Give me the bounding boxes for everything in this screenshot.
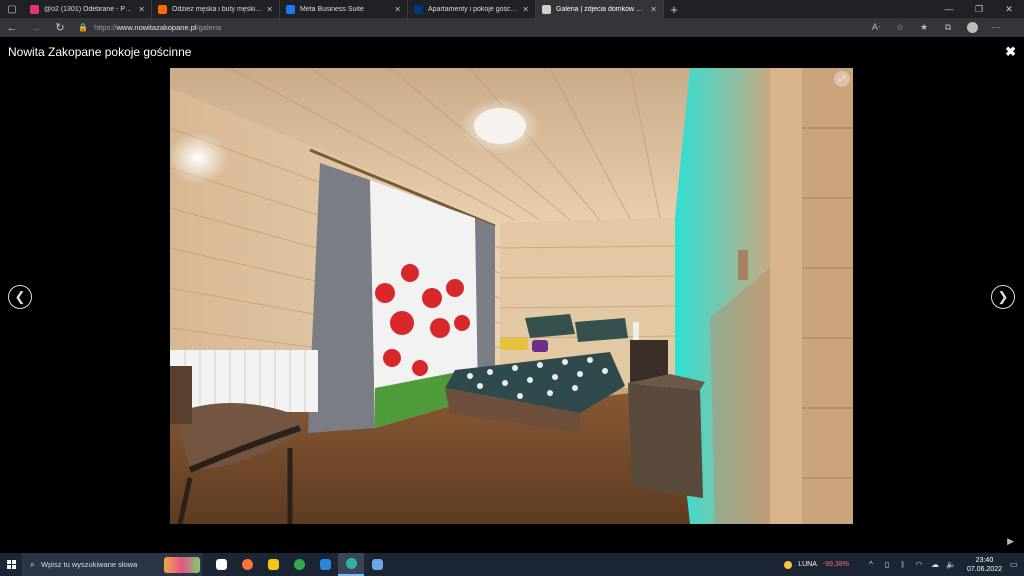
search-highlight-image[interactable] [164, 556, 200, 573]
chevron-up-icon[interactable]: ^ [863, 560, 879, 569]
more-menu-icon[interactable]: ⋯ [984, 22, 1008, 33]
file-explorer-app-icon[interactable] [260, 553, 286, 576]
tab-close-icon[interactable]: ✕ [650, 5, 657, 14]
taskbar-search[interactable]: ⌕ Wpisz tu wyszukiwane słowa [22, 553, 202, 576]
back-icon[interactable]: ← [0, 18, 24, 37]
minimize-icon[interactable]: — [934, 0, 964, 18]
stock-widget[interactable]: LUNA -99,38% [784, 560, 849, 569]
cloud-icon[interactable]: ☁ [927, 560, 943, 569]
new-tab-button[interactable]: + [664, 0, 684, 18]
gallery-photo: ⤢ [170, 68, 853, 524]
edge-app-icon[interactable] [338, 553, 364, 576]
browser-tab[interactable]: Meta Business Suite ✕ [280, 0, 408, 18]
next-arrow-icon[interactable]: ❯ [991, 285, 1015, 309]
lightbox-title: Nowita Zakopane pokoje gościnne [8, 45, 192, 59]
tab-label: Galeria | zdjecia domków góralskich [556, 5, 647, 13]
bluetooth-icon[interactable]: ᛒ [895, 560, 911, 569]
previous-arrow-icon[interactable]: ❮ [8, 285, 32, 309]
edge-icon [345, 558, 357, 569]
clock-time: 23:40 [975, 556, 994, 564]
restore-icon[interactable]: ❐ [964, 0, 994, 18]
notification-icon[interactable]: ▭ [1010, 560, 1020, 569]
tab-favicon-icon [158, 4, 167, 14]
browser-tab[interactable]: @o2 (1301) Odebrane - Poczta o2 ✕ [24, 0, 152, 18]
favorites-icon[interactable]: ★ [912, 22, 936, 33]
reload-icon[interactable]: ↻ [48, 18, 72, 37]
gallery-lightbox: Nowita Zakopane pokoje gościnne ✖ ❮ ❯ ▶ [0, 37, 1024, 553]
url-host: www.nowitazakopane.pl [116, 23, 197, 32]
tabs-container: @o2 (1301) Odebrane - Poczta o2✕Odzież m… [24, 0, 664, 18]
slideshow-play-icon[interactable]: ▶ [1007, 536, 1014, 547]
clock[interactable]: 23:40 07.06.2022 [967, 556, 1002, 574]
url-prefix: https:// [93, 23, 117, 32]
tab-favicon-icon [30, 4, 39, 14]
tab-favicon-icon [414, 4, 423, 14]
windows-logo-icon [6, 560, 16, 569]
forward-icon[interactable]: → [24, 18, 48, 37]
url-field[interactable]: 🔒 https:// www.nowitazakopane.pl /galeri… [78, 20, 858, 35]
photos-icon [371, 559, 383, 570]
search-placeholder: Wpisz tu wyszukiwane słowa [41, 560, 138, 569]
taskbar: ⌕ Wpisz tu wyszukiwane słowa LUNA -99,38… [0, 553, 1024, 576]
pinned-apps [208, 553, 390, 576]
tab-close-icon[interactable]: ✕ [522, 5, 529, 14]
ticker-name: LUNA [798, 561, 817, 568]
tab-close-icon[interactable]: ✕ [394, 5, 401, 14]
chrome-app-icon[interactable] [286, 553, 312, 576]
start-button[interactable] [0, 560, 22, 569]
clock-date: 07.06.2022 [966, 565, 1002, 573]
task-view-app-icon[interactable] [208, 553, 234, 576]
tab-label: Meta Business Suite [300, 5, 364, 13]
volume-icon[interactable]: 🔈 [943, 560, 959, 569]
mail-icon [319, 559, 331, 570]
system-tray: LUNA -99,38% ^ ▯ ᛒ ◠ ☁ 🔈 23:40 07.06.202… [784, 553, 1024, 576]
photos-app-icon[interactable] [364, 553, 390, 576]
tab-label: @o2 (1301) Odebrane - Poczta o2 [44, 5, 134, 13]
search-icon: ⌕ [30, 559, 36, 569]
tab-label: Odzież męska i buty męskie | Zalando [172, 5, 262, 13]
collections-icon[interactable]: ⧉ [936, 22, 960, 33]
tab-close-icon[interactable]: ✕ [266, 5, 273, 14]
device-icon[interactable]: ▯ [879, 560, 895, 569]
close-icon[interactable]: ✖ [1005, 44, 1016, 60]
tab-actions-icon[interactable]: ▢ [0, 0, 24, 18]
address-bar-actions: Aᐧ ☆ ★ ⧉ ⋯ [864, 22, 1008, 34]
profile-icon[interactable] [960, 22, 984, 34]
tab-strip: ▢ @o2 (1301) Odebrane - Poczta o2✕Odzież… [0, 0, 1024, 18]
url-path: /galeria [196, 23, 222, 32]
tab-favicon-icon [542, 4, 551, 14]
moon-icon [784, 560, 793, 569]
ticker-change: -99,38% [822, 561, 849, 568]
read-aloud-icon[interactable]: Aᐧ [864, 22, 888, 33]
tab-favicon-icon [286, 4, 295, 14]
firefox-app-icon[interactable] [234, 553, 260, 576]
browser-tab[interactable]: Apartamenty i pokoje gościnne Nowita ✕ [408, 0, 536, 18]
mail-app-icon[interactable] [312, 553, 338, 576]
address-bar: ← → ↻ 🔒 https:// www.nowitazakopane.pl /… [0, 18, 1024, 37]
window-controls: — ❐ ✕ [934, 0, 1024, 18]
wifi-icon[interactable]: ◠ [911, 560, 927, 569]
browser-tab[interactable]: Galeria | zdjecia domków góralskich✕ [536, 0, 664, 18]
window-close-icon[interactable]: ✕ [994, 0, 1024, 18]
task-view-icon [215, 559, 227, 570]
tab-label: Apartamenty i pokoje gościnne Nowita [428, 5, 518, 13]
file-explorer-icon [267, 559, 279, 570]
chrome-icon [293, 559, 305, 570]
fullscreen-icon[interactable]: ⤢ [834, 71, 850, 87]
firefox-icon [241, 559, 253, 570]
add-favorite-icon[interactable]: ☆ [888, 22, 912, 33]
browser-tab[interactable]: Odzież męska i buty męskie | Zalando ✕ [152, 0, 280, 18]
tab-close-icon[interactable]: ✕ [138, 5, 145, 14]
lock-icon[interactable]: 🔒 [78, 23, 88, 32]
bedroom-photo-illustration [170, 68, 853, 524]
